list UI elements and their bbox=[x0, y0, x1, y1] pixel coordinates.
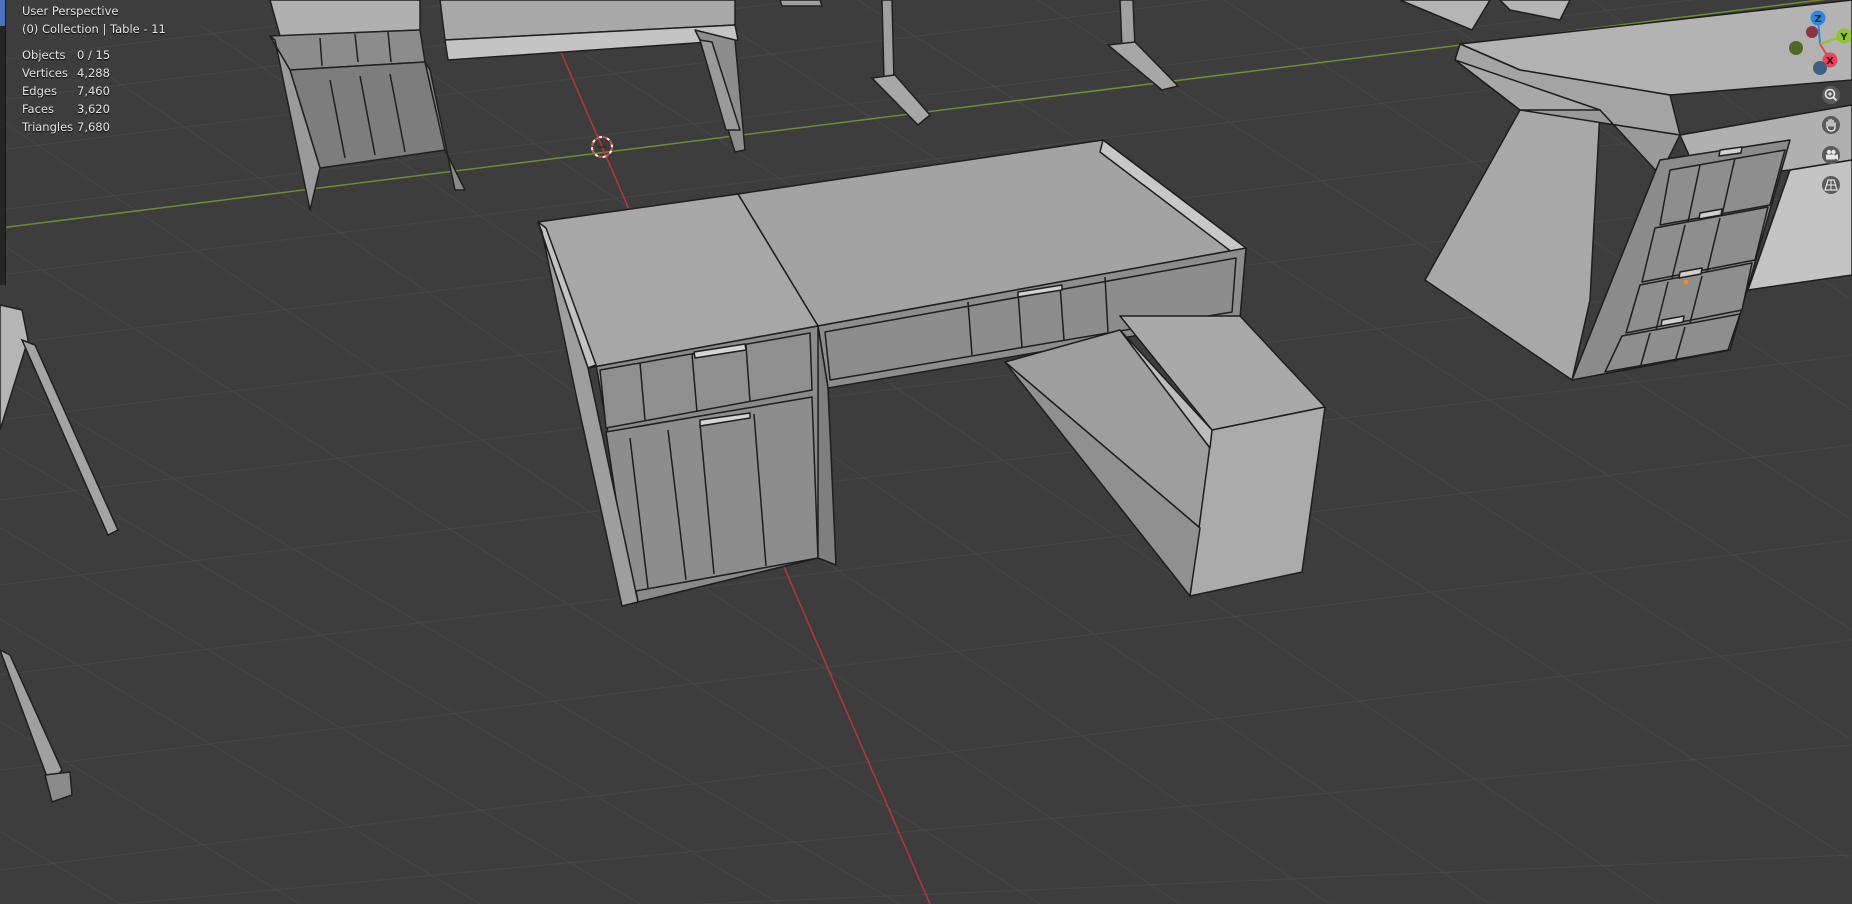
stat-label: Faces bbox=[22, 102, 54, 116]
gizmo-neg-y[interactable] bbox=[1789, 41, 1803, 55]
toolbar-edge-tab[interactable] bbox=[0, 0, 5, 26]
stat-value: 7,680 bbox=[77, 120, 110, 134]
pan-hand-icon bbox=[1822, 116, 1840, 134]
stat-value: 0 / 15 bbox=[77, 48, 111, 62]
perspective-toggle-button[interactable] bbox=[1818, 172, 1844, 198]
gizmo-neg-z[interactable] bbox=[1813, 61, 1827, 75]
pan-button[interactable] bbox=[1818, 112, 1844, 138]
stat-row-edges: Edges 7,460 bbox=[22, 82, 142, 100]
viewport-info-overlay: User Perspective (0) Collection | Table … bbox=[22, 2, 166, 38]
gizmo-neg-x[interactable] bbox=[1806, 26, 1818, 38]
stat-row-vertices: Vertices 4,288 bbox=[22, 64, 142, 82]
gizmo-x-label: X bbox=[1826, 56, 1834, 67]
gizmo-y-label: Y bbox=[1839, 32, 1848, 43]
toolbar-edge[interactable] bbox=[0, 0, 6, 285]
scene-canvas[interactable] bbox=[0, 0, 1852, 904]
gizmo-y-axis[interactable]: Y bbox=[1836, 28, 1852, 44]
collection-line: (0) Collection | Table - 11 bbox=[22, 22, 166, 36]
stat-label: Objects bbox=[22, 48, 66, 62]
camera-icon bbox=[1822, 146, 1840, 164]
camera-view-button[interactable] bbox=[1818, 142, 1844, 168]
viewport-nav-tools bbox=[1818, 82, 1844, 198]
gizmo-z-axis[interactable]: Z bbox=[1810, 10, 1826, 26]
bench-return[interactable] bbox=[1004, 315, 1326, 597]
3d-viewport[interactable]: User Perspective (0) Collection | Table … bbox=[0, 0, 1852, 904]
gizmo-z-label: Z bbox=[1814, 14, 1821, 25]
stat-row-objects: Objects 0 / 15 bbox=[22, 46, 142, 64]
navigation-gizmo[interactable]: Z Y X bbox=[1772, 6, 1852, 78]
stat-row-triangles: Triangles 7,680 bbox=[22, 118, 142, 136]
desk-left-edge[interactable] bbox=[0, 304, 119, 803]
stat-row-faces: Faces 3,620 bbox=[22, 100, 142, 118]
stat-label: Edges bbox=[22, 84, 57, 98]
standing-desk-legs[interactable] bbox=[779, 0, 1180, 127]
zoom-button[interactable] bbox=[1818, 82, 1844, 108]
view-name: User Perspective bbox=[22, 4, 119, 18]
scene-statistics: Objects 0 / 15 Vertices 4,288 Edges 7,46… bbox=[22, 46, 142, 136]
stat-label: Triangles bbox=[22, 120, 74, 134]
stat-value: 3,620 bbox=[77, 102, 110, 116]
stat-value: 7,460 bbox=[77, 84, 110, 98]
stat-label: Vertices bbox=[22, 66, 68, 80]
desk-back-left[interactable] bbox=[269, 0, 746, 211]
zoom-icon bbox=[1822, 86, 1840, 104]
stat-value: 4,288 bbox=[77, 66, 110, 80]
perspective-grid-icon bbox=[1822, 176, 1840, 194]
